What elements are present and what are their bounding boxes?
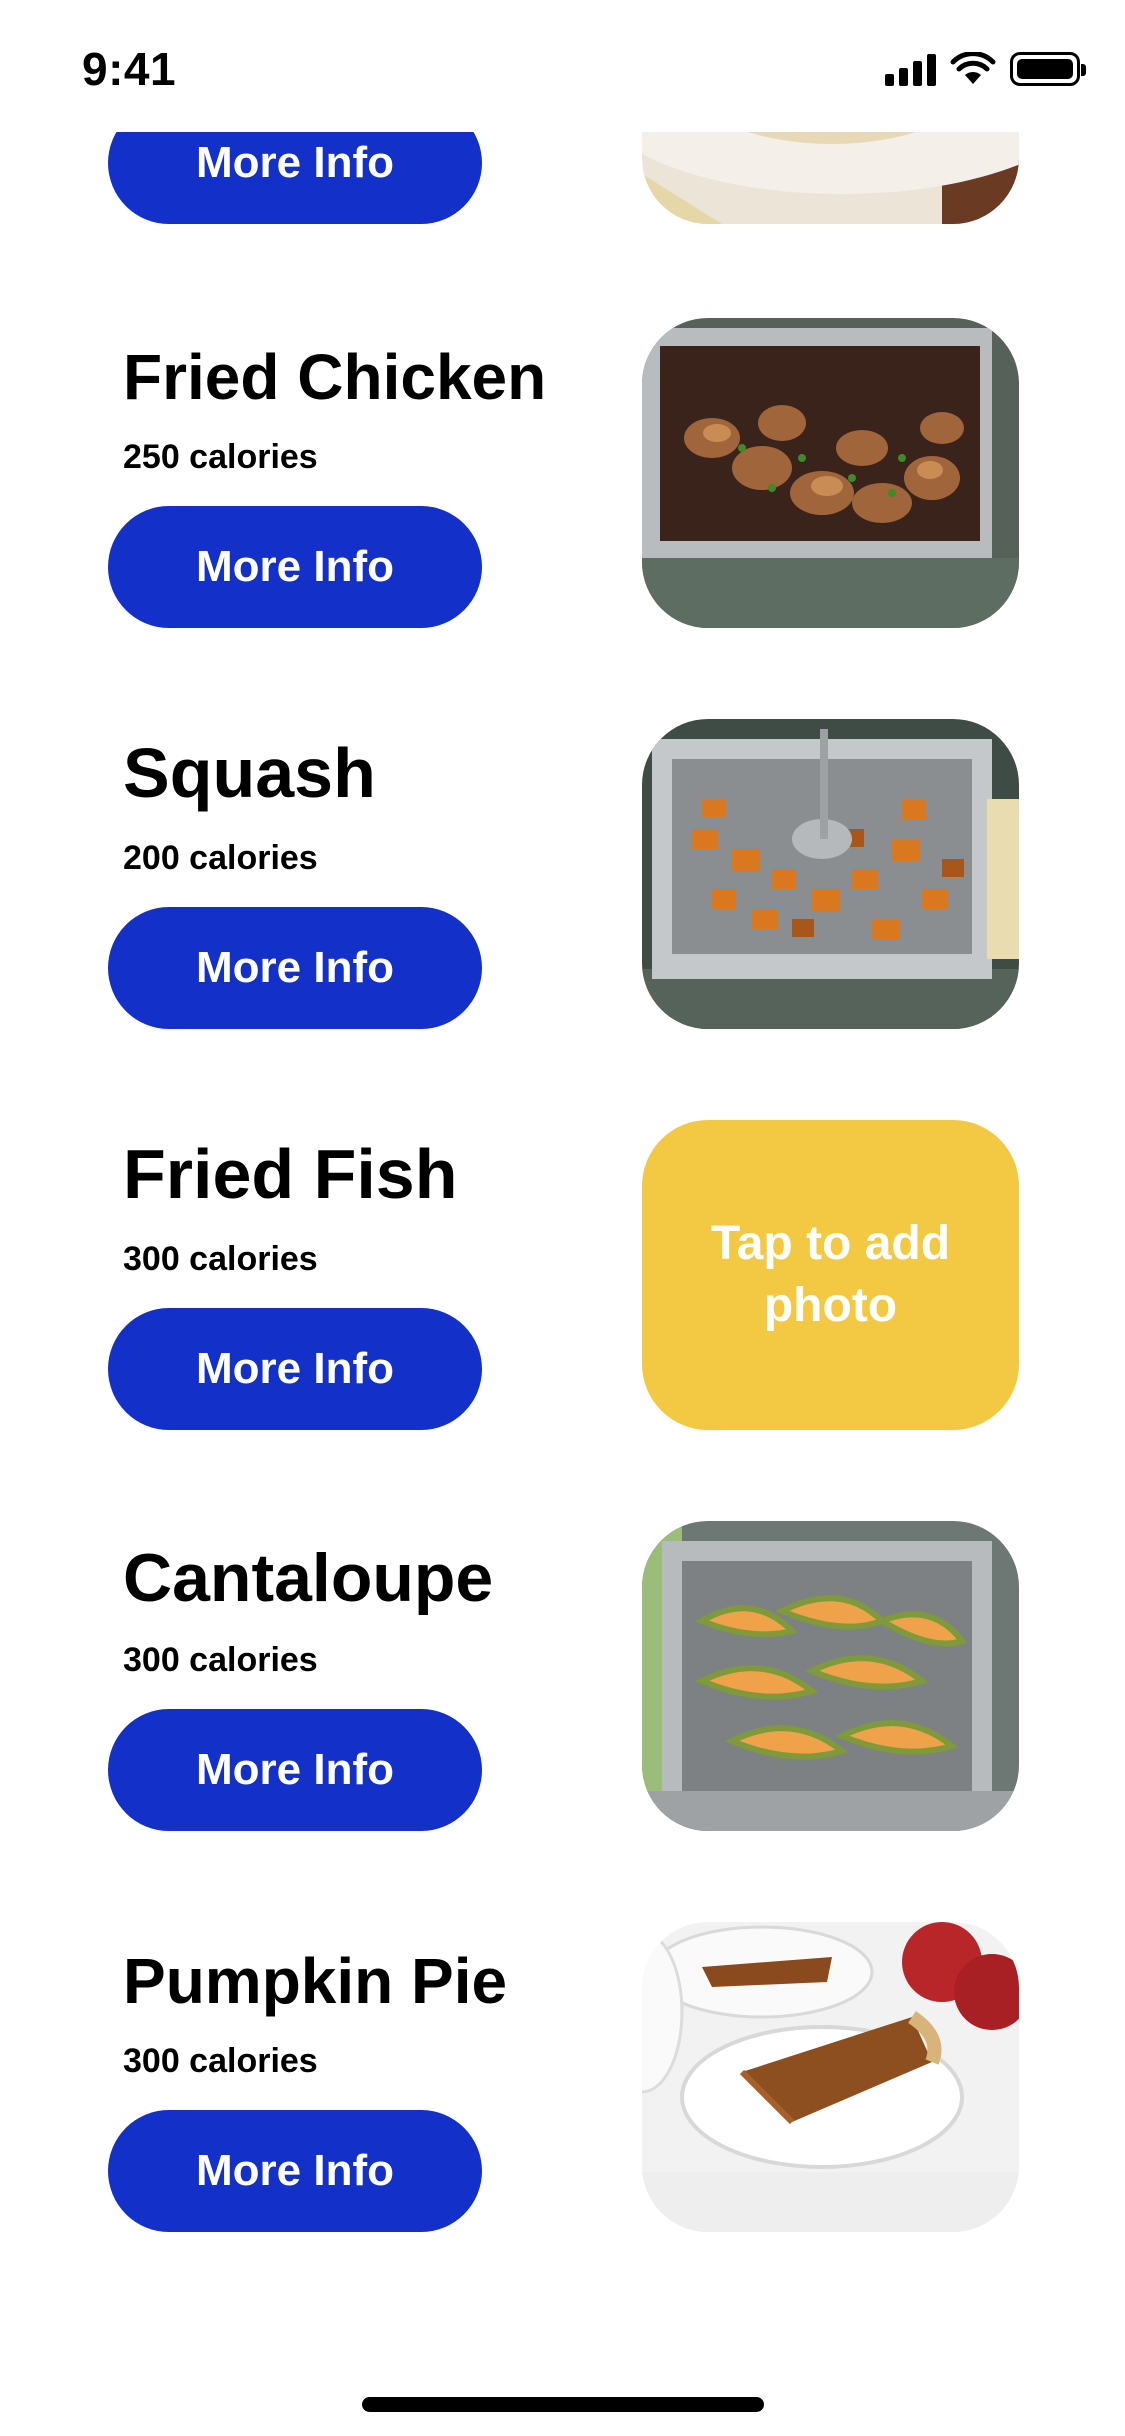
list-item: Squash 200 calories More Info [0, 719, 1125, 1029]
food-list: More Info Fried Chicken 250 calories Mor… [0, 0, 1125, 2436]
status-time: 9:41 [82, 43, 177, 95]
food-name: Pumpkin Pie [123, 1945, 508, 2017]
status-icons [885, 52, 1086, 86]
cellular-signal-icon [885, 52, 936, 86]
food-name: Fried Fish [123, 1135, 458, 1213]
food-name: Squash [123, 734, 376, 812]
more-info-button[interactable]: More Info [108, 2110, 482, 2232]
home-indicator[interactable] [362, 2397, 764, 2412]
food-photo[interactable] [642, 318, 1019, 628]
calories-label: 300 calories [123, 2042, 318, 2080]
calories-label: 300 calories [123, 1641, 318, 1679]
more-info-button[interactable]: More Info [108, 1709, 482, 1831]
more-info-button[interactable]: More Info [108, 506, 482, 628]
food-name: Cantaloupe [123, 1540, 494, 1616]
calories-label: 200 calories [123, 839, 318, 877]
list-item: Fried Chicken 250 calories More Info [0, 318, 1125, 628]
list-item: Pumpkin Pie 300 calories More Info [0, 1922, 1125, 2232]
food-photo[interactable] [642, 1922, 1019, 2232]
battery-icon [1010, 52, 1086, 86]
more-info-button[interactable]: More Info [108, 1308, 482, 1430]
more-info-button[interactable]: More Info [108, 907, 482, 1029]
calories-label: 300 calories [123, 1240, 318, 1278]
add-photo-button[interactable]: Tap to add photo [642, 1120, 1019, 1430]
list-item: Cantaloupe 300 calories More Info [0, 1521, 1125, 1831]
food-photo[interactable] [642, 1521, 1019, 1831]
calories-label: 250 calories [123, 438, 318, 476]
food-photo[interactable] [642, 719, 1019, 1029]
status-bar: 9:41 [0, 0, 1125, 132]
list-item: Fried Fish 300 calories More Info Tap to… [0, 1120, 1125, 1430]
wifi-icon [950, 52, 996, 84]
add-photo-label: Tap to add photo [710, 1216, 951, 1332]
food-name: Fried Chicken [123, 341, 547, 413]
